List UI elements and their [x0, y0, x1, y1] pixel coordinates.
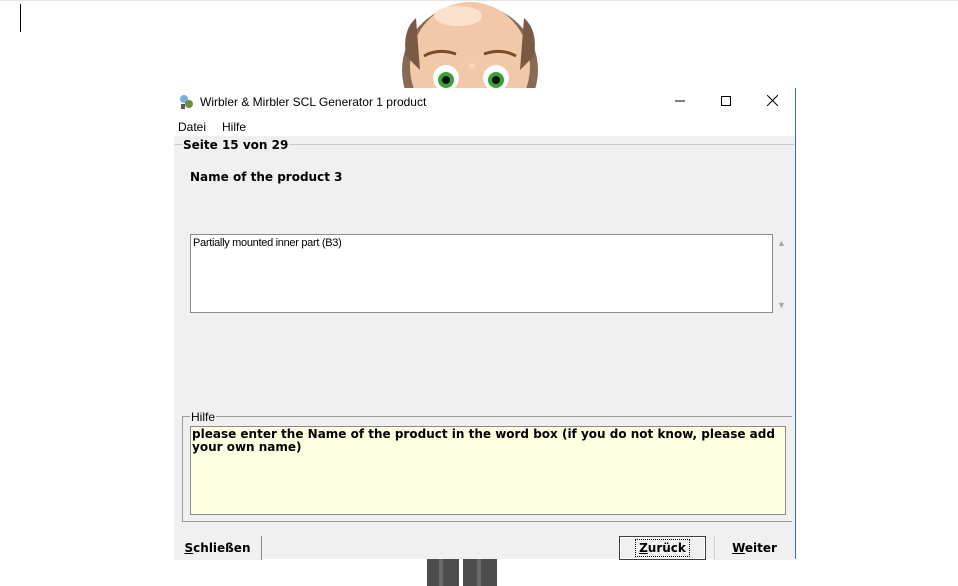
help-legend: Hilfe	[190, 410, 217, 424]
menu-hilfe[interactable]: Hilfe	[222, 120, 246, 134]
scroll-down-icon[interactable]: ▼	[777, 300, 786, 310]
minimize-icon	[675, 93, 685, 111]
zurueck-mnemonic: Z	[639, 541, 648, 555]
app-window: Wirbler & Mirbler SCL Generator 1 produc…	[174, 88, 796, 560]
weiter-label: Weiter	[732, 541, 777, 555]
schliessen-label-rest: chließen	[193, 541, 251, 555]
schliessen-label: Schließen	[185, 541, 251, 555]
menu-datei[interactable]: Datei	[178, 120, 206, 134]
schliessen-mnemonic: S	[184, 541, 194, 555]
window-title: Wirbler & Mirbler SCL Generator 1 produc…	[200, 95, 427, 109]
text-cursor	[20, 4, 21, 32]
minimize-button[interactable]	[657, 88, 703, 116]
question-label: Name of the product 3	[190, 170, 343, 184]
menu-bar: Datei Hilfe	[174, 116, 795, 136]
close-window-button[interactable]	[749, 88, 795, 116]
weiter-button[interactable]: Weiter	[714, 536, 794, 560]
zurueck-label-rest: urück	[647, 541, 686, 555]
character-head-image	[398, 0, 542, 88]
scroll-up-icon[interactable]: ▲	[777, 238, 786, 248]
close-icon	[766, 93, 778, 111]
schliessen-button[interactable]: Schließen	[174, 536, 262, 560]
page-indicator: Seite 15 von 29	[182, 138, 290, 152]
app-icon	[178, 94, 194, 110]
title-bar[interactable]: Wirbler & Mirbler SCL Generator 1 produc…	[174, 88, 795, 116]
zurueck-button[interactable]: Zurück	[619, 536, 706, 560]
character-legs-image	[425, 558, 501, 586]
maximize-button[interactable]	[703, 88, 749, 116]
help-text-box: please enter the Name of the product in …	[190, 426, 786, 515]
maximize-icon	[721, 93, 731, 111]
zurueck-label: Zurück	[635, 539, 690, 557]
weiter-label-rest: eiter	[744, 541, 777, 555]
answer-textarea[interactable]: Partially mounted inner part (B3)	[190, 234, 773, 313]
weiter-mnemonic: W	[732, 541, 745, 555]
